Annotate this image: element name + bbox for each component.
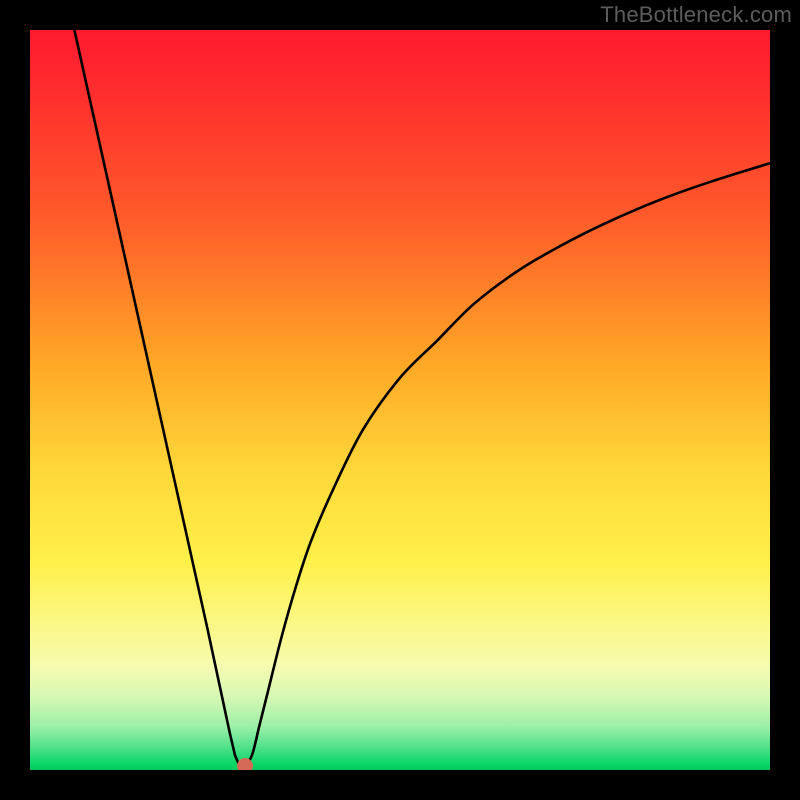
watermark-text: TheBottleneck.com [600, 2, 792, 28]
plot-area [30, 30, 770, 770]
chart-frame: TheBottleneck.com [0, 0, 800, 800]
curve-left [74, 30, 244, 766]
minimum-marker [237, 758, 253, 770]
curve-right [245, 163, 770, 766]
curve-svg [30, 30, 770, 770]
